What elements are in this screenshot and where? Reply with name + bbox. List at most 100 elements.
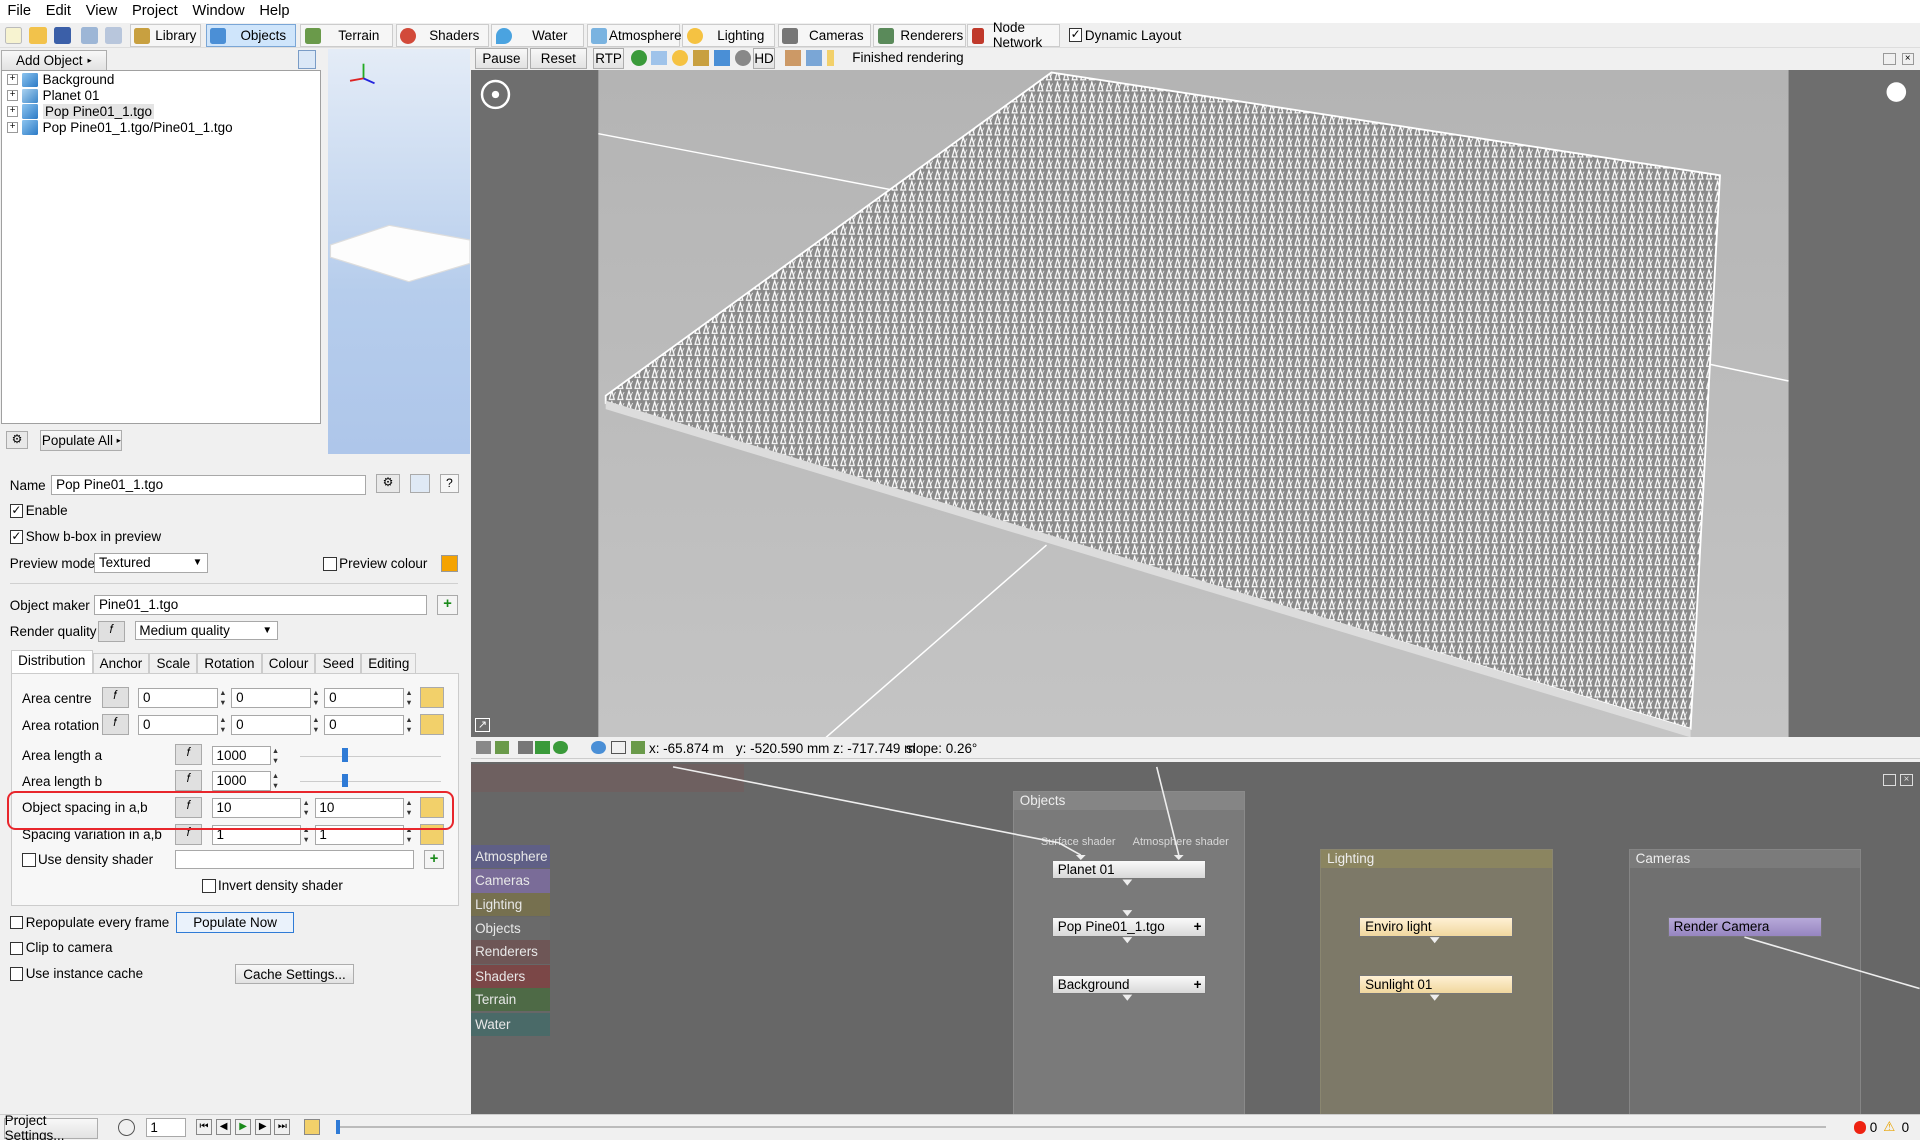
save-as-icon[interactable] xyxy=(80,26,98,45)
tab-water[interactable]: Water xyxy=(491,24,585,47)
save-icon[interactable] xyxy=(53,26,72,45)
pause-button[interactable]: Pause xyxy=(475,47,528,69)
menu-project[interactable]: Project xyxy=(125,0,185,23)
next-frame-icon[interactable]: ▶ xyxy=(254,1118,271,1135)
tree-item-pine-object[interactable]: + Pop Pine01_1.tgo/Pine01_1.tgo xyxy=(7,120,233,136)
function-icon[interactable]: 𝑓 xyxy=(97,620,125,642)
function-icon[interactable]: 𝑓 xyxy=(175,770,203,792)
reset-button[interactable]: Reset xyxy=(530,47,587,69)
timeline-track[interactable] xyxy=(337,1126,1826,1128)
stepper-icon[interactable]: ▲ ▼ xyxy=(311,688,321,708)
mini-preview[interactable] xyxy=(328,48,471,455)
first-frame-icon[interactable]: ⏮ xyxy=(195,1118,212,1135)
enable-checkbox[interactable]: ✓ xyxy=(9,504,24,518)
area-rotation-z-input[interactable]: 0 xyxy=(324,715,405,735)
help-icon[interactable]: ? xyxy=(439,473,460,494)
name-input[interactable]: Pop Pine01_1.tgo xyxy=(51,475,367,495)
terrain-view-icon[interactable] xyxy=(494,740,510,755)
dynamic-layout-checkbox[interactable]: ✓ xyxy=(1068,28,1083,42)
object-list[interactable]: + Background + Planet 01 + Pop Pine01_1.tgo… xyxy=(1,69,321,424)
slider-track[interactable] xyxy=(300,781,441,783)
tab-rotation[interactable]: Rotation xyxy=(197,652,262,674)
prev-frame-icon[interactable]: ◀ xyxy=(215,1118,232,1135)
stepper-icon[interactable]: ▲ ▼ xyxy=(218,715,228,735)
area-length-a-input[interactable]: 1000 xyxy=(211,745,271,766)
menu-window[interactable]: Window xyxy=(185,0,252,23)
add-node-icon[interactable]: + xyxy=(437,595,458,615)
function-icon[interactable]: 𝑓 xyxy=(175,744,203,766)
sphere-icon[interactable] xyxy=(630,50,647,67)
menu-view[interactable]: View xyxy=(78,0,124,23)
hd-button[interactable]: HD xyxy=(753,47,776,69)
preview-mode-select[interactable]: Textured ▼ xyxy=(94,553,209,574)
tab-renderers[interactable]: Renderers xyxy=(873,24,967,47)
tab-scale[interactable]: Scale xyxy=(149,652,198,674)
cube-icon[interactable] xyxy=(713,50,730,67)
expand-icon[interactable]: ↗ xyxy=(475,717,490,733)
slider-handle[interactable] xyxy=(341,773,348,788)
menu-file[interactable]: File xyxy=(0,0,38,23)
stepper-icon[interactable]: ▲ ▼ xyxy=(271,746,281,766)
invert-density-checkbox[interactable] xyxy=(202,879,216,893)
tab-shaders[interactable]: Shaders xyxy=(395,24,489,47)
area-centre-y-input[interactable]: 0 xyxy=(231,688,311,708)
instance-cache-checkbox[interactable] xyxy=(9,967,24,981)
function-icon[interactable]: 𝑓 xyxy=(101,686,129,708)
object-maker-input[interactable]: Pine01_1.tgo xyxy=(94,595,428,615)
list-view-icon[interactable] xyxy=(297,50,316,69)
frame-icon[interactable] xyxy=(611,740,626,755)
stepper-icon[interactable]: ▲ ▼ xyxy=(311,715,321,735)
area-rotation-x-input[interactable]: 0 xyxy=(138,715,218,735)
frame-input[interactable]: 1 xyxy=(145,1117,187,1138)
cache-settings-button[interactable]: Cache Settings... xyxy=(235,963,354,985)
gear-icon[interactable]: ⚙ xyxy=(6,431,29,450)
tab-node-network[interactable]: Node Network xyxy=(967,20,1061,50)
new-project-icon[interactable] xyxy=(4,26,23,45)
tab-colour[interactable]: Colour xyxy=(261,652,316,674)
tab-atmosphere[interactable]: Atmosphere xyxy=(586,24,682,47)
clip-camera-checkbox[interactable] xyxy=(9,941,24,956)
project-settings-button[interactable]: Project Settings... xyxy=(3,1113,98,1140)
area-rotation-y-input[interactable]: 0 xyxy=(231,715,311,735)
area-centre-x-input[interactable]: 0 xyxy=(138,688,218,708)
density-shader-input[interactable] xyxy=(175,849,414,870)
tab-lighting[interactable]: Lighting xyxy=(682,24,776,47)
slope-icon[interactable] xyxy=(630,740,646,755)
tree-item-planet[interactable]: + Planet 01 xyxy=(7,88,99,104)
add-object-button[interactable]: Add Object ▸ xyxy=(1,50,107,72)
keyframe-icon[interactable] xyxy=(303,1118,320,1135)
tab-cameras[interactable]: Cameras xyxy=(777,24,871,47)
show-bbox-checkbox[interactable]: ✓ xyxy=(9,530,24,544)
stepper-icon[interactable]: ▲ ▼ xyxy=(271,771,281,791)
stepper-icon[interactable]: ▲ ▼ xyxy=(404,715,414,735)
stepper-icon[interactable]: ▲ ▼ xyxy=(404,688,414,708)
tab-objects[interactable]: Objects xyxy=(205,24,297,47)
copy-paste-icon[interactable] xyxy=(420,713,445,735)
area-length-b-input[interactable]: 1000 xyxy=(211,771,271,791)
function-icon[interactable]: 𝑓 xyxy=(101,713,129,735)
open-project-icon[interactable] xyxy=(29,26,47,45)
close-icon[interactable]: × xyxy=(1901,52,1914,65)
tree-icon[interactable] xyxy=(693,50,709,67)
tab-distribution[interactable]: Distribution xyxy=(11,650,93,674)
render-window-icon[interactable] xyxy=(105,26,123,45)
brush-icon[interactable] xyxy=(784,50,801,67)
menu-help[interactable]: Help xyxy=(252,0,297,23)
render-quality-select[interactable]: Medium quality ▼ xyxy=(134,620,278,641)
tab-seed[interactable]: Seed xyxy=(315,652,362,674)
area-centre-z-input[interactable]: 0 xyxy=(324,688,405,708)
repopulate-checkbox[interactable] xyxy=(9,915,24,930)
crop-icon[interactable] xyxy=(805,50,822,67)
settings-gear-icon[interactable]: ⚙ xyxy=(375,473,401,494)
preview-colour-swatch[interactable] xyxy=(440,554,458,572)
camera-view-icon[interactable] xyxy=(476,740,491,755)
slider-track[interactable] xyxy=(300,755,441,757)
add-node-icon[interactable]: + xyxy=(423,849,445,870)
play-icon[interactable]: ▶ xyxy=(235,1118,251,1135)
pin-icon[interactable] xyxy=(535,740,550,755)
stepper-icon[interactable]: ▲ ▼ xyxy=(218,688,228,708)
tab-anchor[interactable]: Anchor xyxy=(92,652,150,674)
menu-edit[interactable]: Edit xyxy=(38,0,78,23)
tab-editing[interactable]: Editing xyxy=(361,652,417,674)
last-frame-icon[interactable]: ⏭ xyxy=(274,1118,291,1135)
